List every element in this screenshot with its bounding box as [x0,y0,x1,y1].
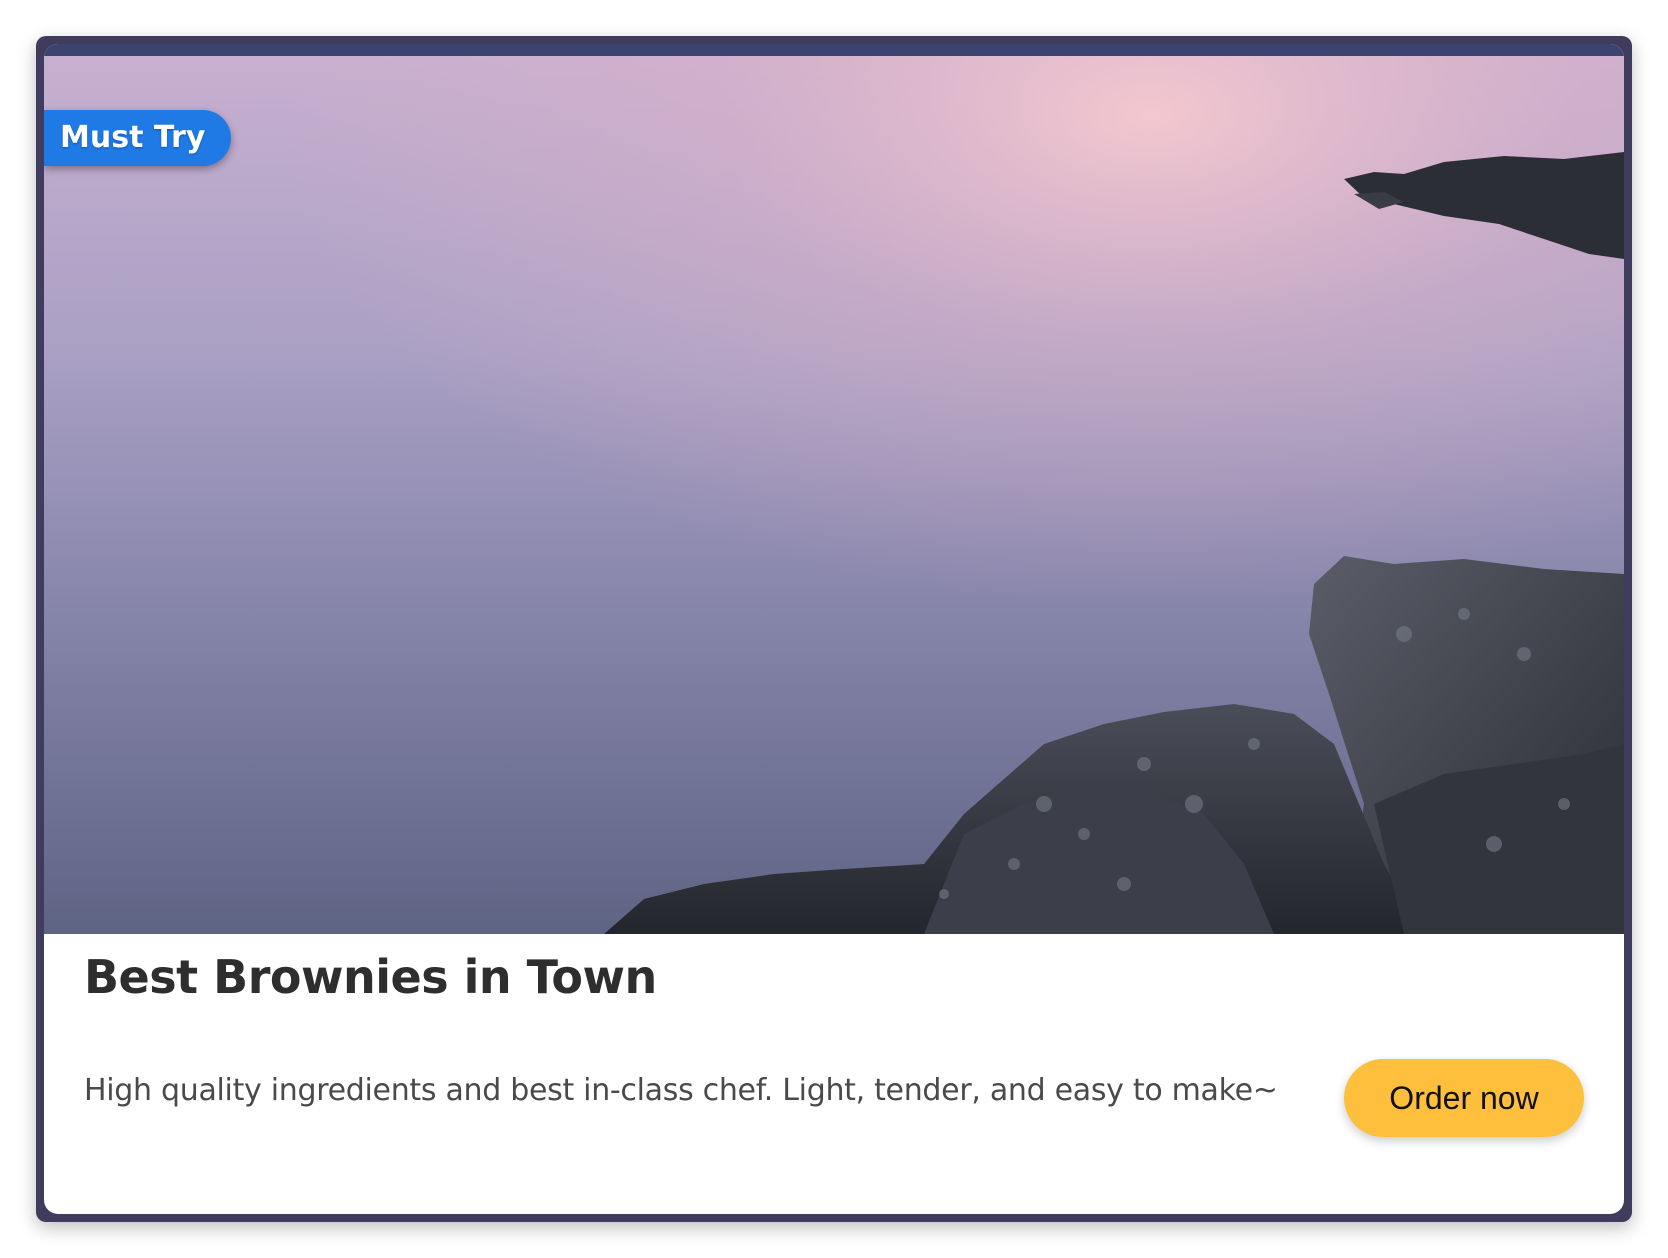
order-now-button[interactable]: Order now [1344,1059,1584,1137]
card-description: High quality ingredients and best in-cla… [84,1073,1278,1108]
must-try-badge: Must Try [44,110,232,166]
card-title: Best Brownies in Town [84,950,657,1004]
card-image: Must Try [44,44,1624,934]
seascape-image [44,44,1624,934]
product-card: Must Try Best Brownies in Town High qual… [44,44,1624,1214]
